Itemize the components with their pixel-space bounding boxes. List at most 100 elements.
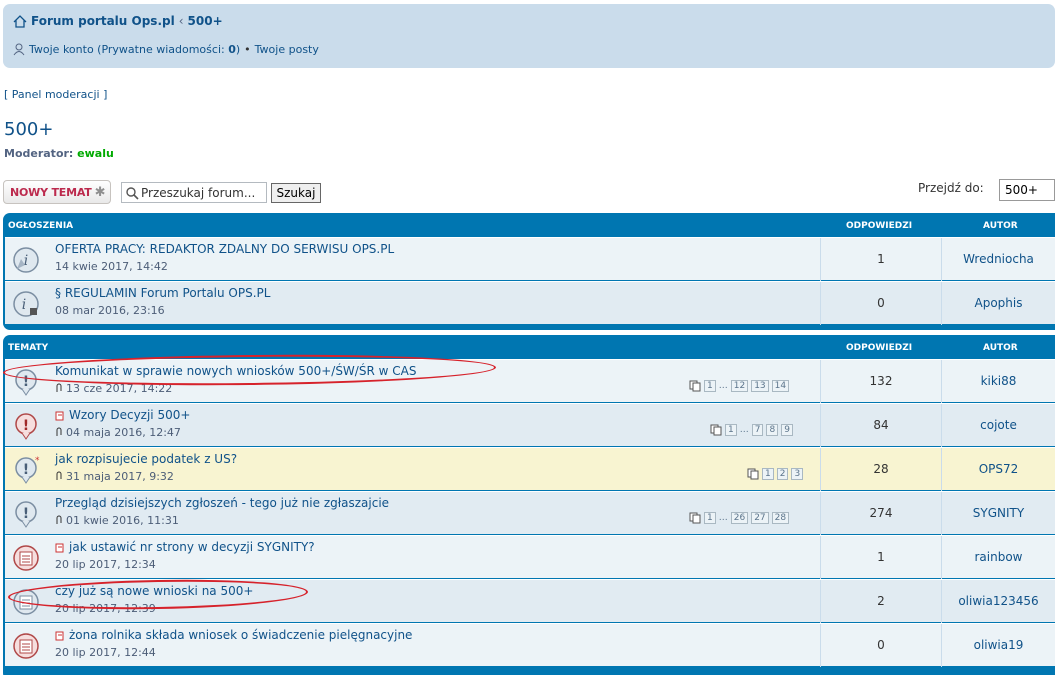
page-link[interactable]: 27	[751, 512, 769, 524]
author-link[interactable]: oliwia19	[942, 638, 1055, 652]
pagination: 1 2 3	[747, 468, 804, 480]
table-row: ! * jak rozpisujecie podatek z US? 31 maj…	[5, 447, 1055, 491]
moderator-label: Moderator:	[4, 147, 74, 160]
search-button[interactable]: Szukaj	[271, 183, 321, 203]
author-link[interactable]: SYGNITY	[942, 506, 1055, 520]
hot-topic-posted-icon: !*	[15, 456, 40, 484]
page-link[interactable]: 14	[771, 380, 790, 392]
announcements-title: Ogłoszenia	[8, 221, 74, 231]
account-link[interactable]: Twoje konto (Prywatne wiadomości: 0)	[29, 43, 240, 56]
page-ellipsis: …	[739, 425, 749, 435]
moderator-name[interactable]: ewalu	[77, 147, 114, 160]
topic-date-line: 04 maja 2016, 12:47	[55, 426, 181, 439]
table-row: ! Przegląd dzisiejszych zgłoszeń - tego …	[5, 491, 1055, 535]
announcements-header: Ogłoszenia Odpowiedzi Autor	[3, 213, 1055, 237]
page-link[interactable]: 26	[730, 512, 749, 524]
breadcrumb: Forum portalu Ops.pl ‹ 500+	[13, 14, 223, 28]
new-topic-label: NOWY TEMAT	[10, 185, 92, 199]
table-row: i § REGULAMIN Forum Portalu OPS.PL 08 ma…	[5, 281, 1055, 325]
pagination: 1 … 26 27 28	[689, 512, 790, 524]
breadcrumb-home-link[interactable]: Forum portalu Ops.pl	[31, 14, 175, 28]
topic-title-link[interactable]: jak rozpisujecie podatek z US?	[55, 452, 237, 466]
pages-icon	[710, 424, 722, 436]
new-post-icon[interactable]	[55, 631, 65, 641]
author-link[interactable]: cojote	[942, 418, 1055, 432]
topic-unread-icon	[13, 633, 39, 659]
user-links: Twoje konto (Prywatne wiadomości: 0) • T…	[13, 43, 319, 56]
page-link[interactable]: 1	[704, 512, 716, 524]
author-link[interactable]: OPS72	[942, 462, 1055, 476]
author-link[interactable]: Wredniocha	[942, 252, 1055, 266]
paperclip-icon	[56, 383, 62, 392]
author-link[interactable]: kiki88	[942, 374, 1055, 388]
author-link[interactable]: oliwia123456	[942, 594, 1055, 608]
svg-text:i: i	[22, 297, 26, 313]
navbar: Forum portalu Ops.pl ‹ 500+ Twoje konto …	[3, 4, 1055, 68]
topic-date: 04 maja 2016, 12:47	[66, 426, 181, 439]
author-link[interactable]: rainbow	[942, 550, 1055, 564]
page-link[interactable]: 7	[751, 424, 764, 436]
topic-date-line: 31 maja 2017, 9:32	[55, 470, 174, 483]
moderator-line: Moderator: ewalu	[4, 147, 114, 160]
topic-date: 20 lip 2017, 12:44	[55, 646, 156, 659]
topic-title-link[interactable]: czy już są nowe wnioski na 500+	[55, 584, 253, 598]
author-column-header: Autor	[983, 343, 1018, 353]
topics-header: Tematy Odpowiedzi Autor	[3, 335, 1055, 359]
home-icon[interactable]	[13, 14, 27, 28]
breadcrumb-current-link[interactable]: 500+	[188, 14, 223, 28]
table-row: ! Wzory Decyzji 500+ 04 maja 2016, 12:47…	[5, 403, 1055, 447]
my-posts-link[interactable]: Twoje posty	[255, 43, 319, 56]
new-post-icon[interactable]	[55, 543, 65, 553]
replies-count: 84	[873, 418, 889, 432]
page-link[interactable]: 13	[751, 380, 769, 392]
topic-date-line: 01 kwie 2016, 11:31	[55, 514, 179, 527]
search-input[interactable]: Przeszukaj forum...	[121, 182, 267, 203]
page-link[interactable]: 2	[776, 468, 789, 480]
topic-date: 20 lip 2017, 12:39	[55, 602, 156, 615]
page-link[interactable]: 9	[781, 424, 793, 436]
new-post-icon[interactable]	[55, 411, 65, 421]
topic-title-link[interactable]: jak ustawić nr strony w decyzji SYGNITY?	[69, 540, 315, 554]
topic-title-link[interactable]: Przegląd dzisiejszych zgłoszeń - tego ju…	[55, 496, 389, 510]
hot-topic-unread-icon: !	[15, 413, 37, 440]
topic-title-link[interactable]: Komunikat w sprawie nowych wniosków 500+…	[55, 364, 416, 378]
page-link[interactable]: 1	[725, 424, 737, 436]
page-link[interactable]: 1	[704, 380, 716, 392]
table-row: żona rolnika składa wniosek o świadczeni…	[5, 623, 1055, 667]
replies-count: 1	[877, 550, 885, 564]
paperclip-icon	[56, 471, 62, 480]
search-icon	[126, 186, 139, 200]
author-column-header: Autor	[983, 221, 1018, 231]
topic-unread-icon	[13, 545, 39, 571]
replies-count: 2	[877, 594, 885, 608]
replies-count: 0	[877, 638, 885, 652]
svg-text:!: !	[23, 506, 29, 522]
topic-title-link[interactable]: żona rolnika składa wniosek o świadczeni…	[69, 628, 412, 642]
page-link[interactable]: 8	[766, 424, 779, 436]
topic-title-link[interactable]: OFERTA PRACY: REDAKTOR ZDALNY DO SERWISU…	[55, 242, 394, 256]
topic-title-link[interactable]: § REGULAMIN Forum Portalu OPS.PL	[55, 286, 270, 300]
table-row: ! Komunikat w sprawie nowych wniosków 50…	[5, 359, 1055, 403]
mod-panel-link[interactable]: [ Panel moderacji ]	[4, 88, 107, 101]
page-link[interactable]: 1	[762, 468, 774, 480]
pm-count: 0	[228, 43, 236, 56]
page-title[interactable]: 500+	[4, 119, 53, 140]
page-link[interactable]: 3	[791, 468, 804, 480]
announcement-locked-icon: i	[13, 291, 39, 317]
author-link[interactable]: Apophis	[942, 296, 1055, 310]
page-link[interactable]: 28	[771, 512, 790, 524]
page-link[interactable]: 12	[730, 380, 749, 392]
topic-read-icon	[13, 589, 39, 615]
replies-count: 1	[877, 252, 885, 266]
account-suffix: )	[235, 43, 241, 56]
topic-title-link[interactable]: Wzory Decyzji 500+	[69, 408, 190, 422]
jump-select[interactable]: 500+	[999, 179, 1055, 201]
hot-topic-icon: !	[15, 369, 37, 396]
new-topic-button[interactable]: NOWY TEMAT ✱	[3, 180, 111, 204]
bullet: •	[244, 43, 251, 56]
svg-text:!: !	[23, 418, 29, 434]
page-ellipsis: …	[718, 513, 728, 523]
replies-count: 0	[877, 296, 885, 310]
topic-date: 08 mar 2016, 23:16	[55, 304, 165, 317]
pages-icon	[689, 380, 701, 392]
